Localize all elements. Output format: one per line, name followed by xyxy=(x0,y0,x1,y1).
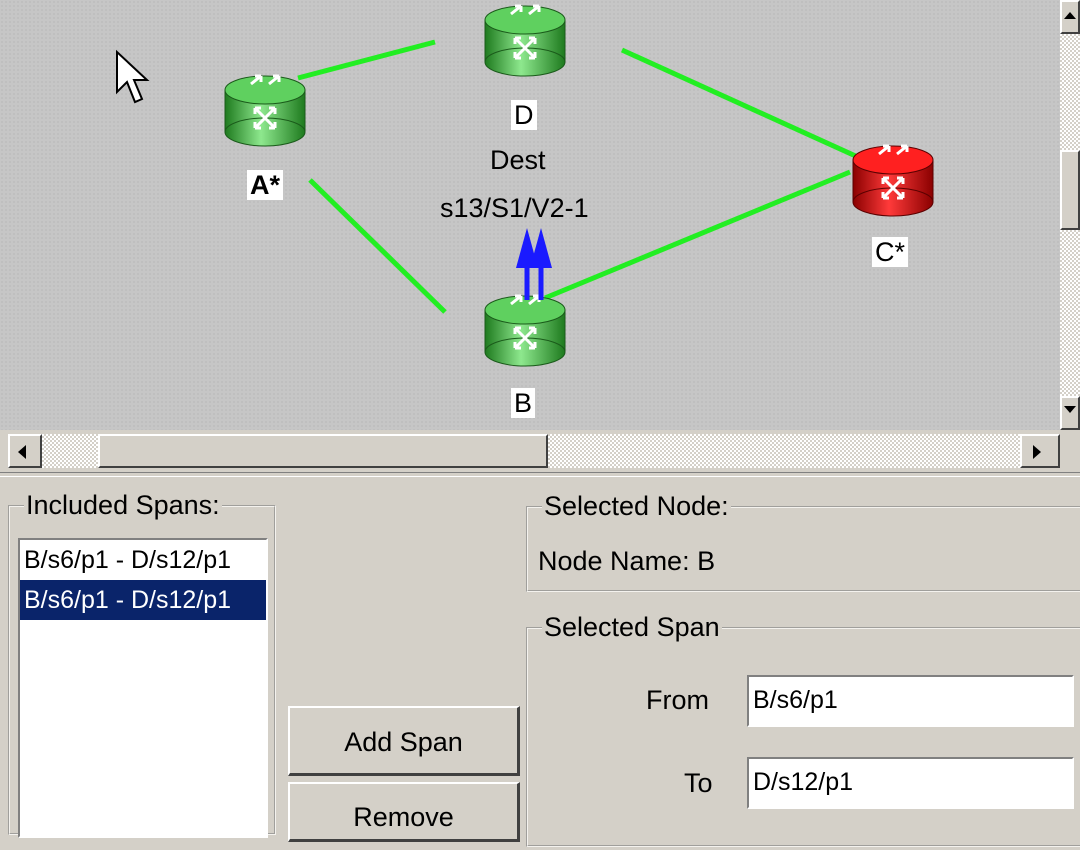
node-label-b: B xyxy=(511,388,536,418)
router-c-icon xyxy=(852,144,934,217)
link-b-c xyxy=(544,169,851,301)
node-label-d: D xyxy=(511,100,537,130)
selected-node-title: Selected Node: xyxy=(542,491,731,521)
included-spans-title: Included Spans: xyxy=(24,490,222,520)
span-list-item[interactable]: B/s6/p1 - D/s12/p1 xyxy=(20,540,266,580)
scroll-right-button[interactable] xyxy=(1020,434,1060,468)
node-label-c: C* xyxy=(872,237,909,267)
router-a-icon xyxy=(224,74,306,147)
link-a-d xyxy=(297,39,436,81)
add-span-button[interactable]: Add Span xyxy=(288,706,520,776)
dest-port-label: s13/S1/V2-1 xyxy=(440,193,589,223)
arrow-right-icon xyxy=(1033,445,1041,459)
scroll-left-button[interactable] xyxy=(8,434,42,468)
topology-canvas[interactable]: A* D C* B Dest s13/S1/V2-1 xyxy=(0,0,1060,430)
to-label: To xyxy=(684,768,713,798)
scroll-up-button[interactable] xyxy=(1060,0,1080,34)
vertical-scroll-thumb[interactable] xyxy=(1060,150,1080,230)
span-list-item-selected[interactable]: B/s6/p1 - D/s12/p1 xyxy=(20,580,266,620)
router-d-icon xyxy=(484,4,566,77)
arrow-down-icon xyxy=(1064,406,1076,413)
link-d-c xyxy=(620,47,862,161)
vertical-scrollbar[interactable] xyxy=(1060,0,1080,430)
arrow-left-icon xyxy=(18,445,26,459)
horizontal-scroll-thumb[interactable] xyxy=(98,434,548,468)
selected-span-title: Selected Span xyxy=(542,612,722,642)
node-label-a: A* xyxy=(247,170,284,200)
remove-span-button[interactable]: Remove xyxy=(288,782,520,842)
mouse-pointer-icon xyxy=(116,49,150,104)
selected-span-group xyxy=(526,627,1080,847)
included-spans-list[interactable]: B/s6/p1 - D/s12/p1 B/s6/p1 - D/s12/p1 xyxy=(18,538,268,838)
from-field[interactable]: B/s6/p1 xyxy=(747,675,1074,727)
dest-label: Dest xyxy=(490,145,546,175)
destination-arrows-icon xyxy=(516,228,552,300)
scroll-down-button[interactable] xyxy=(1060,396,1080,430)
panel-divider xyxy=(0,472,1080,477)
node-name-label: Node Name: B xyxy=(538,546,716,576)
from-label: From xyxy=(646,685,709,715)
router-b-icon xyxy=(484,294,566,367)
link-a-b xyxy=(308,178,447,314)
horizontal-scrollbar[interactable] xyxy=(0,430,1080,470)
to-field[interactable]: D/s12/p1 xyxy=(747,757,1074,809)
arrow-up-icon xyxy=(1064,12,1076,19)
